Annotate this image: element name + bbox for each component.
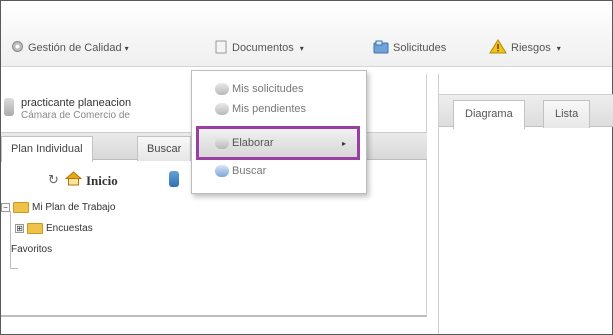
tree-connector [10, 211, 11, 269]
tab-plan-individual[interactable]: Plan Individual [1, 136, 93, 162]
panel-divider [1, 315, 427, 317]
menu-item-label: Buscar [232, 165, 267, 177]
collapse-icon[interactable]: − [1, 203, 10, 212]
gear-icon [11, 40, 24, 56]
menu-riesgos-label: Riesgos [511, 42, 551, 54]
menu-item-elaborar[interactable]: Elaborar ▸ [192, 133, 366, 153]
right-tab-bar: Diagrama Lista [439, 94, 613, 129]
menu-item-buscar[interactable]: Buscar [192, 161, 366, 181]
submenu-arrow-icon: ▸ [341, 138, 346, 148]
documentos-dropdown: Mis solicitudes Mis pendientes Elaborar … [191, 70, 367, 194]
folder-open-icon [13, 202, 29, 213]
menu-documentos-label: Documentos [232, 42, 294, 54]
gear-icon [215, 137, 229, 149]
menu-riesgos[interactable]: Riesgos ▾ [489, 38, 561, 58]
home-label: Inicio [86, 172, 118, 188]
home-button[interactable]: Inicio [64, 171, 118, 190]
gear-icon [215, 103, 229, 115]
menu-solicitudes-label: Solicitudes [393, 42, 447, 54]
tree-item-mi-plan[interactable]: − Mi Plan de Trabajo [1, 202, 115, 213]
chevron-down-icon: ▾ [124, 43, 129, 53]
expand-icon[interactable]: ⊞ [15, 224, 24, 233]
chevron-down-icon: ▾ [299, 43, 304, 53]
user-icon[interactable] [169, 171, 179, 187]
tab-lista[interactable]: Lista [543, 100, 591, 128]
menu-documentos[interactable]: Documentos ▾ [214, 38, 304, 58]
tree-item-label: Favoritos [11, 244, 53, 255]
solicitudes-icon [373, 40, 389, 57]
menu-gestion-calidad-label: Gestión de Calidad [28, 42, 122, 54]
menu-item-mis-pendientes[interactable]: Mis pendientes [192, 99, 366, 119]
menu-item-mis-solicitudes[interactable]: Mis solicitudes [192, 79, 366, 99]
menu-item-label: Mis pendientes [232, 103, 306, 115]
tree-item-label: Mi Plan de Trabajo [32, 202, 116, 213]
folder-icon [27, 223, 43, 234]
menu-item-label: Mis solicitudes [232, 83, 304, 95]
avatar [4, 98, 14, 116]
tab-buscar[interactable]: Buscar [137, 136, 192, 161]
user-name: practicante planeacion [21, 97, 132, 109]
document-icon [214, 40, 228, 57]
menu-gestion-calidad[interactable]: Gestión de Calidad ▾ [11, 38, 129, 58]
top-menu-bar: Gestión de Calidad ▾ Documentos ▾ Solici… [1, 1, 612, 67]
chevron-down-icon: ▾ [556, 43, 561, 53]
tree-item-label: Encuestas [46, 223, 93, 234]
refresh-icon[interactable]: ↻ [48, 172, 59, 188]
search-icon [215, 165, 229, 177]
right-panel: Diagrama Lista [438, 74, 613, 334]
tree-item-favoritos[interactable]: Favoritos [11, 244, 52, 255]
tree-item-encuestas[interactable]: ⊞ Encuestas [15, 223, 93, 234]
tab-diagrama[interactable]: Diagrama [453, 100, 525, 129]
menu-item-label: Elaborar [232, 137, 274, 149]
menu-solicitudes[interactable]: Solicitudes [373, 38, 446, 58]
tree-connector [10, 268, 18, 269]
gear-icon [215, 83, 229, 95]
user-organization: Cámara de Comercio de [21, 110, 130, 121]
home-icon [64, 171, 83, 190]
warning-icon [489, 39, 507, 57]
